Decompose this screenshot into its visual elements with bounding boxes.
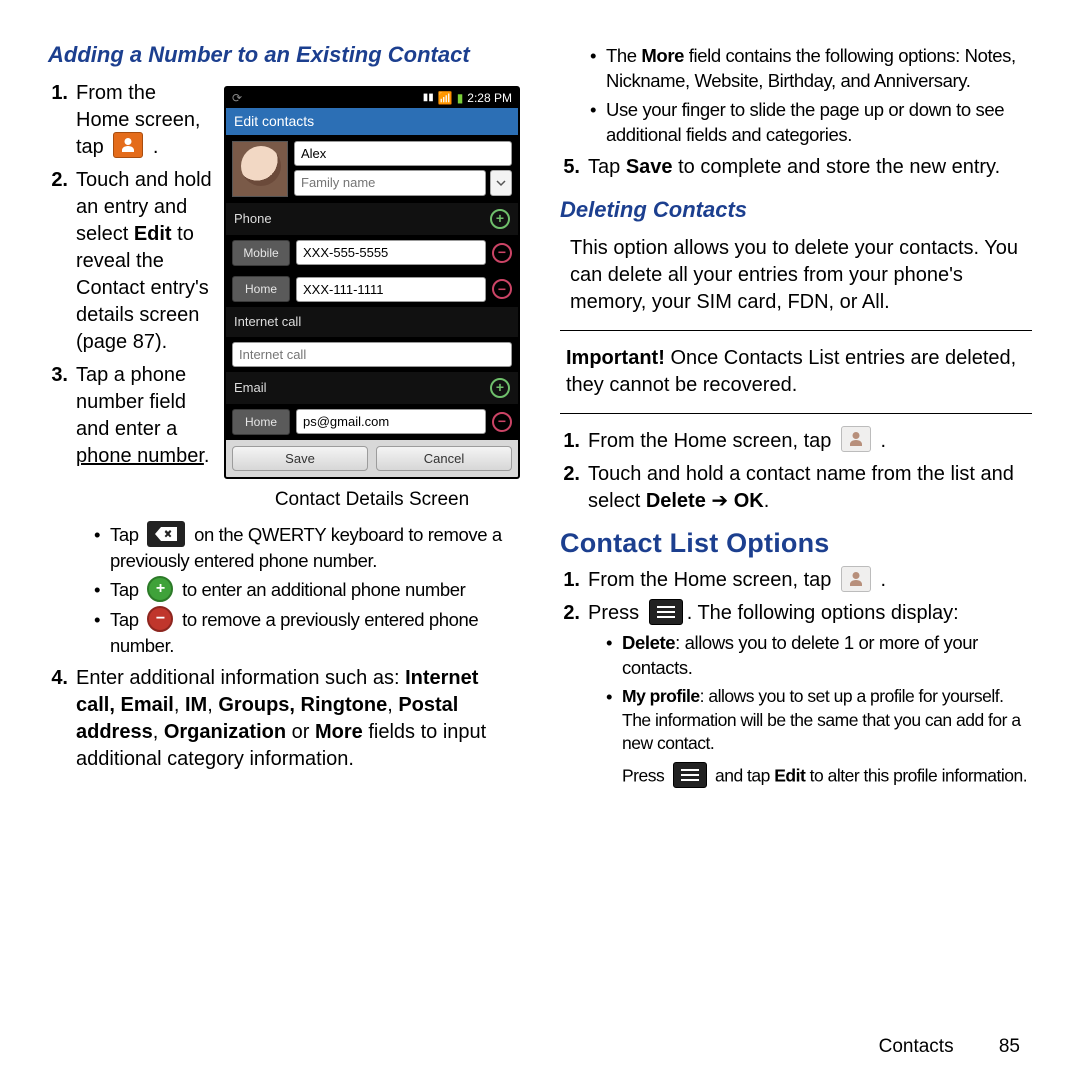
contacts-icon	[841, 566, 871, 592]
signal-bars-icon: 📶	[438, 90, 453, 106]
separator-top	[560, 330, 1032, 331]
remove-home-icon[interactable]: −	[492, 279, 512, 299]
del-step-num-1: 1.	[560, 428, 588, 455]
footer-section: Contacts	[879, 1036, 954, 1057]
del-step-2: Touch and hold a contact name from the l…	[588, 461, 1032, 515]
phone-figure: ⟳ ▮▮ 📶 ▮ 2:28 PM Edit contacts	[224, 86, 520, 513]
expand-name-button[interactable]	[490, 170, 512, 196]
status-bar: ⟳ ▮▮ 📶 ▮ 2:28 PM	[226, 88, 518, 108]
more-bullet-2: Use your finger to slide the page up or …	[606, 98, 1032, 148]
step-num-3: 3.	[48, 362, 76, 470]
step3-bullet-2: Tap + to enter an additional phone numbe…	[110, 578, 465, 604]
phone-type-mobile[interactable]: Mobile	[232, 240, 290, 266]
clo-bullet-myprofile: My profile: allows you to set up a profi…	[622, 685, 1032, 756]
clo-step-2: Press . The following options display:	[588, 600, 1032, 627]
del-step-num-2: 2.	[560, 461, 588, 515]
phone-type-home[interactable]: Home	[232, 276, 290, 302]
separator-bottom	[560, 413, 1032, 414]
step3-bullet-3: Tap − to remove a previously entered pho…	[110, 608, 520, 659]
contacts-icon	[113, 132, 143, 158]
step-4: Enter additional information such as: In…	[76, 665, 520, 773]
battery-icon: ▮	[457, 90, 464, 106]
menu-icon	[649, 599, 683, 625]
cancel-button[interactable]: Cancel	[376, 446, 512, 471]
phone-mock: ⟳ ▮▮ 📶 ▮ 2:28 PM Edit contacts	[224, 86, 520, 479]
plus-icon: +	[147, 576, 173, 602]
family-name-field[interactable]	[294, 170, 486, 196]
deleting-intro: This option allows you to delete your co…	[570, 235, 1032, 316]
clo-step-num-1: 1.	[560, 567, 588, 594]
sync-icon: ⟳	[232, 90, 242, 106]
contact-avatar[interactable]	[232, 141, 288, 197]
menu-icon	[673, 762, 707, 788]
step3-bullet-1: Tap on the QWERTY keyboard to remove a p…	[110, 523, 520, 574]
step-num-5: 5.	[560, 154, 588, 181]
footer-page: 85	[999, 1036, 1020, 1057]
internet-call-field[interactable]	[232, 342, 512, 367]
figure-caption: Contact Details Screen	[224, 487, 520, 513]
step-num-1: 1.	[48, 80, 76, 161]
screen-title: Edit contacts	[226, 108, 518, 135]
phone-value-home[interactable]	[296, 277, 486, 302]
remove-email-icon[interactable]: −	[492, 412, 512, 432]
left-column: Adding a Number to an Existing Contact ⟳…	[48, 40, 520, 790]
add-phone-icon[interactable]: +	[490, 209, 510, 229]
backspace-icon	[147, 521, 185, 547]
step-num-4: 4.	[48, 665, 76, 773]
phone-value-mobile[interactable]	[296, 240, 486, 265]
first-name-field[interactable]	[294, 141, 512, 166]
step-3: Tap a phone number field and enter a pho…	[76, 362, 214, 470]
clo-sub-note: Press and tap Edit to alter this profile…	[622, 764, 1032, 790]
step-5: Tap Save to complete and store the new e…	[588, 154, 1032, 181]
page-footer: Contacts 85	[879, 1034, 1020, 1060]
contacts-icon	[841, 426, 871, 452]
clo-bullet-delete: Delete: allows you to delete 1 or more o…	[622, 631, 1032, 681]
step-2: Touch and hold an entry and select Edit …	[76, 167, 214, 356]
clock: 2:28 PM	[467, 90, 512, 106]
more-bullet-1: The More field contains the following op…	[606, 44, 1032, 94]
right-column: The More field contains the following op…	[560, 40, 1032, 790]
minus-icon: −	[147, 606, 173, 632]
important-note: Important! Once Contacts List entries ar…	[560, 345, 1032, 399]
heading-contact-list-options: Contact List Options	[560, 525, 1032, 561]
add-email-icon[interactable]: +	[490, 378, 510, 398]
email-value[interactable]	[296, 409, 486, 434]
step-num-2: 2.	[48, 167, 76, 356]
email-section-label: Email	[234, 379, 267, 397]
clo-step-num-2: 2.	[560, 600, 588, 627]
internet-section-label: Internet call	[234, 313, 301, 331]
heading-deleting-contacts: Deleting Contacts	[560, 195, 1032, 225]
clo-step-1: From the Home screen, tap .	[588, 567, 1032, 594]
email-type-home[interactable]: Home	[232, 409, 290, 435]
save-button[interactable]: Save	[232, 446, 368, 471]
step-1: From the Home screen, tap .	[76, 80, 214, 161]
heading-adding-number: Adding a Number to an Existing Contact	[48, 40, 520, 70]
del-step-1: From the Home screen, tap .	[588, 428, 1032, 455]
phone-section-label: Phone	[234, 210, 272, 228]
signal-icon: ▮▮	[423, 91, 434, 105]
remove-mobile-icon[interactable]: −	[492, 243, 512, 263]
